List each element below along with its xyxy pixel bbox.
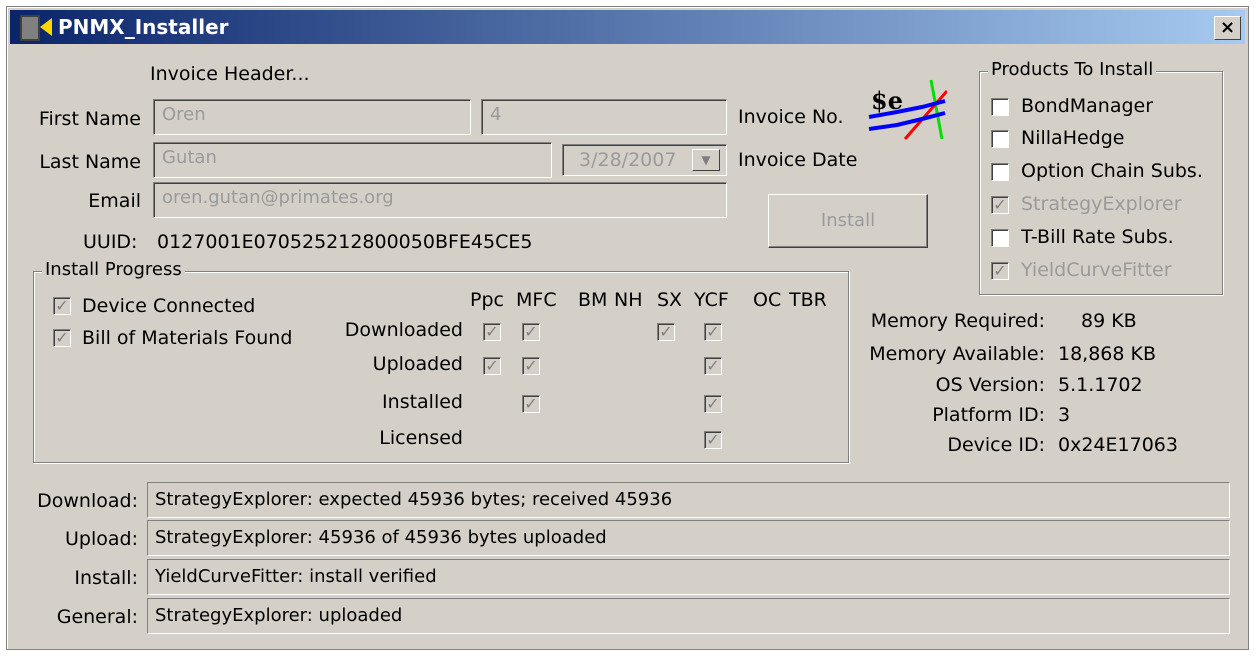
email-label: Email	[88, 190, 141, 212]
product-checkbox[interactable]: ✓	[991, 262, 1009, 280]
device-id-label: Device ID:	[947, 434, 1045, 456]
product-label: Option Chain Subs.	[1021, 160, 1203, 182]
device-connected-label: Device Connected	[82, 295, 256, 317]
progress-column-header: YCF	[694, 289, 729, 311]
progress-checkbox[interactable]: ✓	[483, 357, 501, 375]
download-status-label: Download:	[37, 490, 138, 512]
first-name-label: First Name	[38, 108, 141, 130]
progress-checkbox[interactable]: ✓	[704, 323, 722, 341]
product-checkbox[interactable]: ✓	[991, 196, 1009, 214]
bom-found-label: Bill of Materials Found	[82, 327, 293, 349]
product-checkbox[interactable]	[991, 163, 1009, 181]
install-button[interactable]: Install	[768, 194, 928, 248]
progress-checkbox[interactable]: ✓	[704, 357, 722, 375]
general-status-label: General:	[56, 606, 138, 628]
last-name-field[interactable]: Gutan	[153, 142, 552, 178]
close-button[interactable]: ×	[1214, 16, 1241, 40]
upload-status-field: StrategyExplorer: 45936 of 45936 bytes u…	[147, 520, 1230, 556]
strategy-explorer-logo-icon: $e	[867, 77, 949, 147]
product-checkbox[interactable]	[991, 130, 1009, 148]
progress-column-header: Ppc	[470, 289, 504, 311]
progress-checkbox[interactable]: ✓	[704, 395, 722, 413]
uuid-label: UUID:	[83, 231, 138, 253]
invoice-date-value: 3/28/2007	[579, 149, 677, 171]
title-bar[interactable]: PNMX_Installer ×	[10, 10, 1245, 44]
progress-row-label: Installed	[382, 391, 463, 413]
product-label: NillaHedge	[1021, 127, 1125, 149]
memory-available-label: Memory Available:	[869, 343, 1045, 365]
window-title: PNMX_Installer	[58, 15, 229, 39]
os-version-label: OS Version:	[935, 374, 1045, 396]
progress-row-label: Licensed	[379, 427, 463, 449]
product-checkbox[interactable]	[991, 98, 1009, 116]
progress-column-header: NH	[614, 289, 643, 311]
progress-checkbox[interactable]: ✓	[657, 323, 675, 341]
progress-checkbox[interactable]: ✓	[704, 431, 722, 449]
memory-available-value: 18,868 KB	[1058, 343, 1157, 365]
invoice-date-label: Invoice Date	[738, 149, 858, 171]
uuid-value: 0127001E070525212800050BFE45CE5	[157, 231, 533, 253]
progress-checkbox[interactable]: ✓	[522, 323, 540, 341]
installer-window: PNMX_Installer × Invoice Header... First…	[6, 6, 1249, 650]
memory-required-label: Memory Required:	[870, 310, 1045, 332]
progress-column-header: BM	[578, 289, 608, 311]
progress-row-label: Uploaded	[372, 353, 463, 375]
progress-column-header: TBR	[789, 289, 827, 311]
app-icon	[20, 15, 40, 41]
products-group-title: Products To Install	[988, 59, 1157, 80]
invoice-number-label: Invoice No.	[738, 106, 844, 128]
progress-column-header: SX	[657, 289, 683, 311]
product-label: YieldCurveFitter	[1021, 259, 1172, 281]
logo-text: $e	[871, 86, 903, 115]
platform-id-value: 3	[1058, 404, 1071, 426]
upload-status-label: Upload:	[65, 528, 138, 550]
general-status-field: StrategyExplorer: uploaded	[147, 598, 1230, 634]
invoice-number-field[interactable]: 4	[481, 99, 727, 135]
first-name-field[interactable]: Oren	[153, 99, 471, 135]
arrow-icon	[40, 18, 52, 36]
progress-checkbox[interactable]: ✓	[522, 395, 540, 413]
install-progress-title: Install Progress	[42, 259, 185, 280]
product-label: T-Bill Rate Subs.	[1021, 226, 1174, 248]
bom-found-checkbox[interactable]: ✓	[53, 329, 71, 347]
device-id-value: 0x24E17063	[1058, 434, 1178, 456]
last-name-label: Last Name	[39, 151, 141, 173]
memory-required-value: 89 KB	[1081, 310, 1137, 332]
device-connected-checkbox[interactable]: ✓	[53, 297, 71, 315]
email-field[interactable]: oren.gutan@primates.org	[153, 182, 727, 218]
install-status-field: YieldCurveFitter: install verified	[147, 559, 1230, 595]
install-status-label: Install:	[74, 567, 138, 589]
product-label: StrategyExplorer	[1021, 193, 1182, 215]
progress-checkbox[interactable]: ✓	[483, 323, 501, 341]
os-version-value: 5.1.1702	[1058, 374, 1143, 396]
progress-row-label: Downloaded	[344, 319, 463, 341]
download-status-field: StrategyExplorer: expected 45936 bytes; …	[147, 482, 1230, 518]
platform-id-label: Platform ID:	[932, 404, 1045, 426]
progress-column-header: OC	[753, 289, 782, 311]
progress-checkbox[interactable]: ✓	[522, 357, 540, 375]
chevron-down-icon[interactable]: ▼	[692, 149, 720, 171]
progress-column-header: MFC	[516, 289, 557, 311]
product-checkbox[interactable]	[991, 229, 1009, 247]
invoice-header-label: Invoice Header...	[150, 63, 310, 85]
product-label: BondManager	[1021, 95, 1154, 117]
